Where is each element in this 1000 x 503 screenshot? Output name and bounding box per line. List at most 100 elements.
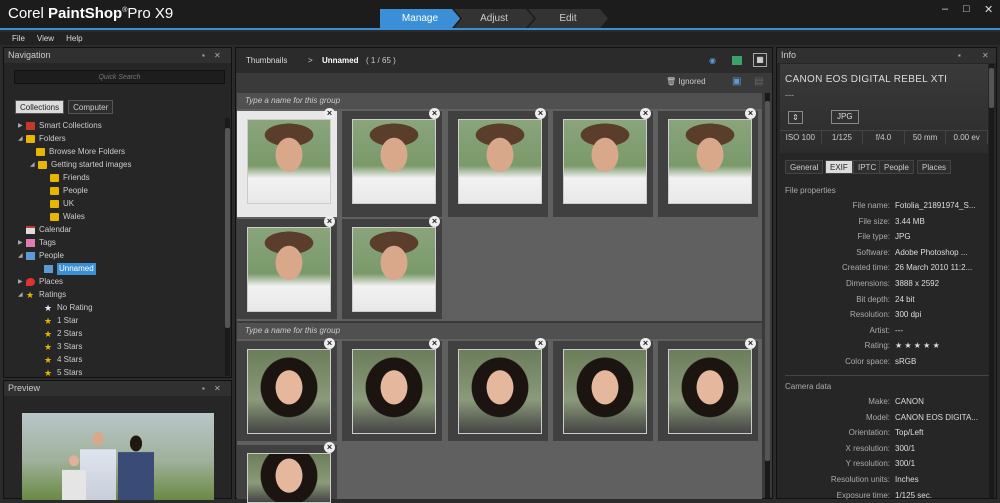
- tree-3-stars[interactable]: ★ 3 Stars: [44, 341, 82, 353]
- tab-edit[interactable]: Edit: [528, 9, 608, 28]
- group-name-input[interactable]: Type a name for this group: [237, 323, 762, 339]
- group-body: × × × × × ×: [237, 338, 762, 503]
- property-value: Fotolia_21891974_S...: [895, 201, 976, 210]
- property-label: Resolution units:: [830, 475, 890, 484]
- remove-icon[interactable]: ×: [535, 108, 546, 119]
- camera-property-row: X resolution: 300/1: [777, 444, 987, 456]
- tree-people-folder[interactable]: People: [50, 185, 88, 197]
- tab-iptc[interactable]: IPTC: [853, 160, 882, 174]
- aperture-value: f/4.0: [863, 131, 905, 144]
- orientation-icon[interactable]: ⇕: [788, 111, 803, 124]
- tree-places[interactable]: ▶ Places: [18, 276, 63, 288]
- thumbnail-item[interactable]: ×: [342, 216, 442, 319]
- tab-people[interactable]: People: [879, 160, 914, 174]
- tree-getting-started[interactable]: ◢ Getting started images: [30, 159, 131, 171]
- tree-wales[interactable]: Wales: [50, 211, 85, 223]
- thumbnails-scrollbar[interactable]: [765, 93, 770, 498]
- breadcrumb-unnamed[interactable]: Unnamed: [322, 56, 358, 65]
- remove-icon[interactable]: ×: [429, 338, 440, 349]
- pin-icon[interactable]: ▪: [958, 48, 961, 63]
- thumbnail-item[interactable]: ×: [553, 338, 653, 441]
- minimize-button[interactable]: –: [942, 3, 948, 15]
- close-icon[interactable]: ✕: [214, 48, 221, 63]
- tree-ratings[interactable]: ◢ ★ Ratings: [18, 289, 66, 301]
- tab-manage[interactable]: Manage: [380, 9, 460, 28]
- remove-icon[interactable]: ×: [324, 442, 335, 453]
- smart-collections-icon: [26, 122, 35, 130]
- navigation-title: Navigation: [8, 50, 51, 60]
- remove-icon[interactable]: ×: [429, 216, 440, 227]
- remove-icon[interactable]: ×: [535, 338, 546, 349]
- tree-unnamed[interactable]: Unnamed: [44, 263, 96, 275]
- remove-icon[interactable]: ×: [640, 108, 651, 119]
- thumbnail-item[interactable]: ×: [342, 108, 442, 217]
- menu-view[interactable]: View: [37, 34, 54, 43]
- thumbnail-item[interactable]: ×: [448, 108, 548, 217]
- star-outline-icon: ★: [44, 303, 53, 313]
- tree-friends[interactable]: Friends: [50, 172, 90, 184]
- thumbnail-item[interactable]: ×: [342, 338, 442, 441]
- pin-icon[interactable]: ▪: [202, 48, 205, 63]
- single-view-icon[interactable]: [732, 56, 742, 65]
- close-icon[interactable]: ✕: [214, 381, 221, 396]
- remove-icon[interactable]: ×: [324, 216, 335, 227]
- tree-1-star[interactable]: ★ 1 Star: [44, 315, 78, 327]
- tree-folders[interactable]: ◢ Folders: [18, 133, 66, 145]
- remove-icon[interactable]: ×: [640, 338, 651, 349]
- tree-browse-more-folders[interactable]: Browse More Folders: [36, 146, 125, 158]
- thumbnail-item[interactable]: ×: [237, 442, 337, 503]
- tab-general[interactable]: General: [785, 160, 824, 174]
- thumbnail-item[interactable]: ×: [658, 338, 758, 441]
- remove-icon[interactable]: ×: [429, 108, 440, 119]
- thumbnail-item[interactable]: ×: [237, 338, 337, 441]
- face-photo: [247, 119, 331, 204]
- navigation-scrollbar[interactable]: [225, 118, 230, 376]
- camera-property-row: Orientation: Top/Left: [777, 428, 987, 440]
- thumbnail-item[interactable]: ×: [237, 216, 337, 319]
- print-icon[interactable]: ▤: [754, 76, 763, 87]
- tree-smart-collections[interactable]: ▶ Smart Collections: [18, 120, 102, 132]
- tree-tags[interactable]: ▶ Tags: [18, 237, 56, 249]
- tree-2-stars[interactable]: ★ 2 Stars: [44, 328, 82, 340]
- monitor-icon[interactable]: ▣: [732, 76, 741, 87]
- property-value: CANON: [895, 397, 924, 406]
- group-name-input[interactable]: Type a name for this group: [237, 93, 762, 109]
- tree-people[interactable]: ◢ People: [18, 250, 64, 262]
- tree-5-stars[interactable]: ★ 5 Stars: [44, 367, 82, 379]
- remove-icon[interactable]: ×: [324, 108, 335, 119]
- collections-button[interactable]: Collections: [15, 100, 65, 114]
- computer-button[interactable]: Computer: [68, 100, 114, 114]
- tab-exif[interactable]: EXIF: [825, 160, 853, 174]
- tree-no-rating[interactable]: ★ No Rating: [44, 302, 93, 314]
- maximize-button[interactable]: □: [963, 3, 970, 15]
- close-button[interactable]: ✕: [984, 3, 993, 16]
- preview-header: Preview ▪ ✕: [4, 381, 231, 396]
- thumbnail-item[interactable]: ×: [448, 338, 548, 441]
- remove-icon[interactable]: ×: [324, 338, 335, 349]
- tree-uk[interactable]: UK: [50, 198, 74, 210]
- star-icon: ★: [44, 368, 53, 378]
- tree-calendar[interactable]: Calendar: [26, 224, 71, 236]
- quick-search-input[interactable]: Quick Search: [14, 70, 225, 84]
- info-scrollbar[interactable]: [989, 64, 994, 498]
- property-label: File name:: [852, 201, 890, 210]
- menu-help[interactable]: Help: [66, 34, 82, 43]
- tab-places[interactable]: Places: [917, 160, 952, 174]
- grid-view-icon[interactable]: ▦: [753, 53, 767, 67]
- ignored-button[interactable]: 🗑 Ignored: [666, 77, 706, 86]
- globe-icon[interactable]: ◉: [709, 56, 716, 65]
- tab-adjust[interactable]: Adjust: [454, 9, 534, 28]
- remove-icon[interactable]: ×: [745, 338, 756, 349]
- remove-icon[interactable]: ×: [745, 108, 756, 119]
- face-photo: [668, 349, 752, 434]
- file-property-row: File type: JPG: [777, 232, 987, 244]
- thumbnail-item[interactable]: ×: [658, 108, 758, 217]
- camera-property-row: Y resolution: 300/1: [777, 459, 987, 471]
- thumbnails-panel: Thumbnails > Unnamed ( 1 / 65 ) ◉ ▦ 🗑 Ig…: [235, 47, 773, 503]
- thumbnail-item[interactable]: ×: [553, 108, 653, 217]
- tree-4-stars[interactable]: ★ 4 Stars: [44, 354, 82, 366]
- close-icon[interactable]: ✕: [982, 48, 989, 63]
- pin-icon[interactable]: ▪: [202, 381, 205, 396]
- thumbnail-item[interactable]: ×: [237, 108, 337, 217]
- menu-file[interactable]: File: [12, 34, 25, 43]
